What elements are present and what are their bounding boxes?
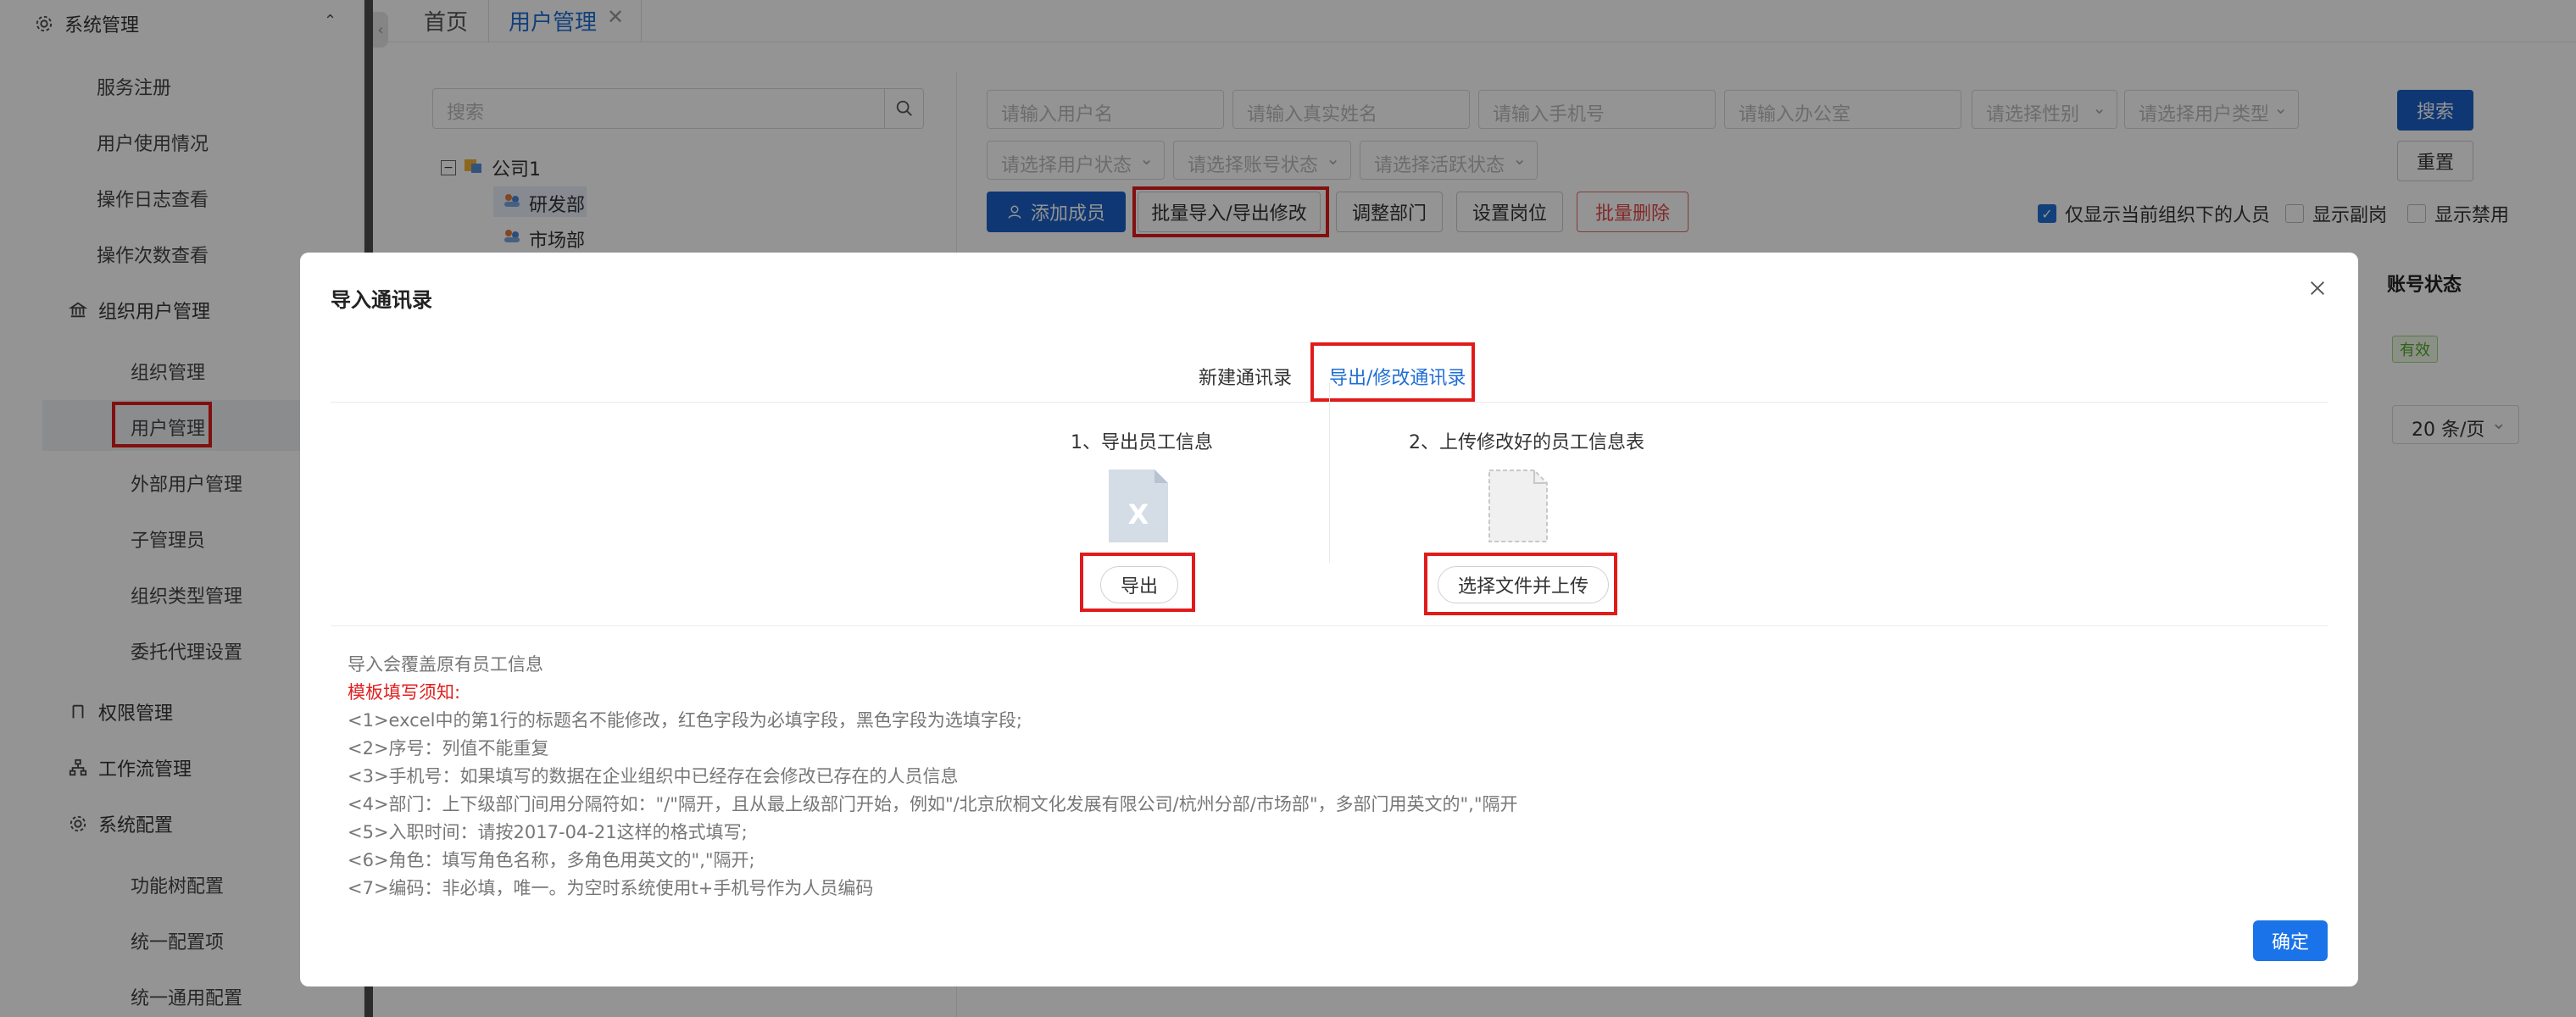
blank-file-icon: [1488, 470, 1548, 542]
section-divider: [331, 625, 2328, 626]
step-upload-label: 2、上传修改好的员工信息表: [1409, 432, 1644, 453]
template-notes: 导入会覆盖原有员工信息 模板填写须知: <1>excel中的第1行的标题名不能修…: [348, 651, 1517, 903]
close-icon[interactable]: [2302, 273, 2333, 303]
svg-text:X: X: [1128, 498, 1149, 531]
tab-new-contacts[interactable]: 新建通讯录: [1199, 363, 1292, 390]
highlight-box-export-tab: [1310, 342, 1475, 402]
modal-title: 导入通讯录: [331, 288, 432, 312]
note-line: <4>部门：上下级部门间用分隔符如："/"隔开，且从最上级部门开始，例如"/北京…: [348, 794, 1518, 814]
import-contacts-modal: 导入通讯录 新建通讯录 导出/修改通讯录 1、导出员工信息 2、上传修改好的员工…: [300, 253, 2358, 986]
highlight-box-export-button: [1080, 553, 1195, 612]
note-line: <6>角色：填写角色名称，多角色用英文的","隔开;: [348, 850, 755, 870]
highlight-box-upload-button: [1424, 553, 1617, 615]
confirm-button[interactable]: 确定: [2253, 920, 2328, 961]
step-divider: [1329, 383, 1330, 563]
note-line: <7>编码：非必填，唯一。为空时系统使用t+手机号作为人员编码: [348, 878, 874, 898]
note-line: <1>excel中的第1行的标题名不能修改，红色字段为必填字段，黑色字段为选填字…: [348, 710, 1022, 731]
note-line: <5>入职时间：请按2017-04-21这样的格式填写;: [348, 822, 748, 842]
note-heading: 模板填写须知:: [348, 682, 461, 703]
excel-file-icon: X: [1109, 470, 1168, 542]
note-line: <2>序号：列值不能重复: [348, 738, 549, 759]
step-export-label: 1、导出员工信息: [1071, 432, 1213, 453]
note-line: <3>手机号：如果填写的数据在企业组织中已经存在会修改已存在的人员信息: [348, 766, 959, 786]
note-line: 导入会覆盖原有员工信息: [348, 654, 543, 675]
